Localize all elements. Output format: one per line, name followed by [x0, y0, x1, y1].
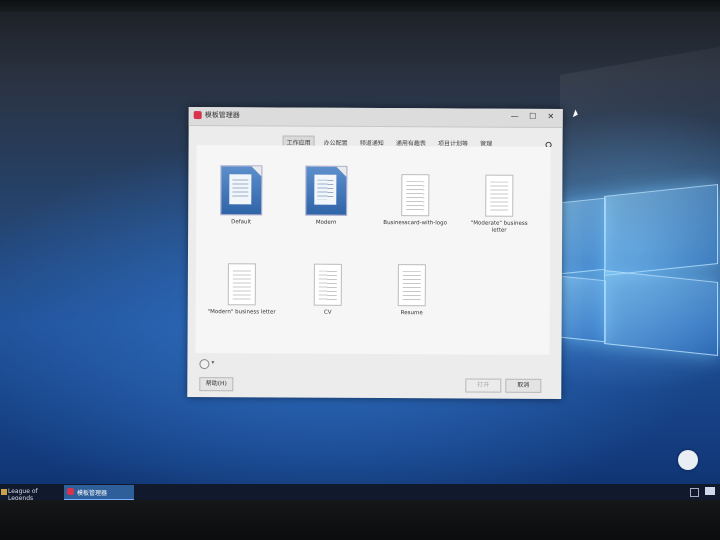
windows-logo-pane	[604, 184, 718, 276]
monitor-bezel-bottom	[0, 500, 720, 540]
close-button[interactable]: ✕	[543, 111, 559, 123]
template-label: Businesscard-with-logo	[383, 220, 448, 227]
league-of-legends-icon	[1, 489, 7, 495]
document-thumbnail	[485, 174, 514, 217]
document-thumbnail	[227, 263, 256, 306]
screen-glare	[560, 45, 720, 195]
monitor-screen: 模板管理器 — ☐ ✕ 工作应用 办公配置 频道通知 通用有趣表 项目计划等 管…	[0, 0, 720, 540]
document-thumbnail	[397, 264, 426, 307]
template-item[interactable]: CV	[293, 263, 363, 317]
options-bar: ▾	[195, 357, 549, 373]
template-item[interactable]: Modern	[291, 165, 361, 227]
template-label: Modern	[315, 219, 337, 226]
windows-logo-pane	[560, 197, 606, 275]
title-bar[interactable]: 模板管理器 — ☐ ✕	[188, 107, 563, 128]
taskbar-item-label: 模板管理器	[77, 490, 108, 497]
settings-gear-icon[interactable]	[199, 359, 210, 370]
category-tabs: 工作应用 办公配置 频道通知 通用有趣表 项目计划等 管理	[282, 130, 497, 149]
open-button[interactable]: 打开	[465, 378, 502, 393]
libreoffice-writer-icon	[305, 165, 348, 216]
template-item[interactable]: Businesscard-with-logo	[380, 174, 450, 227]
windows-logo-pane	[560, 275, 606, 343]
document-thumbnail	[313, 263, 342, 306]
search-button[interactable]: ⚲	[545, 135, 555, 153]
document-thumbnail	[401, 174, 430, 217]
libreoffice-writer-icon	[220, 165, 263, 216]
template-item[interactable]: Default	[206, 165, 276, 226]
dropdown-arrow-icon[interactable]: ▾	[211, 359, 214, 366]
windows-logo-pane	[604, 270, 718, 356]
notification-icon[interactable]	[705, 487, 715, 495]
tray-icon[interactable]	[690, 488, 699, 497]
maximize-button[interactable]: ☐	[525, 111, 541, 123]
app-icon	[193, 111, 202, 120]
taskbar: League of Legends 模板管理器	[0, 484, 720, 502]
help-button[interactable]: 帮助(H)	[199, 377, 234, 392]
taskbar-item-template-manager[interactable]: 模板管理器	[64, 485, 134, 501]
cancel-button[interactable]: 取消	[505, 378, 542, 393]
template-grid: Default Modern Businesscard-with-logo "M…	[195, 145, 551, 355]
window-title: 模板管理器	[204, 111, 240, 120]
template-item[interactable]: Resume	[377, 264, 447, 317]
floating-assistive-button[interactable]	[678, 450, 698, 470]
template-manager-dialog: 模板管理器 — ☐ ✕ 工作应用 办公配置 频道通知 通用有趣表 项目计划等 管…	[187, 107, 563, 399]
template-label: Resume	[400, 310, 423, 317]
template-item[interactable]: "Modern" business letter	[207, 263, 277, 316]
template-label: CV	[323, 309, 332, 316]
template-label: "Moderate" business letter	[470, 220, 528, 234]
minimize-button[interactable]: —	[507, 111, 523, 123]
app-icon	[67, 488, 74, 495]
template-item[interactable]: "Moderate" business letter	[464, 174, 534, 234]
template-label: Default	[231, 219, 252, 226]
taskbar-item-league-of-legends[interactable]: League of Legends	[0, 485, 62, 502]
template-label: "Modern" business letter	[207, 309, 276, 316]
monitor-bezel-top	[0, 0, 720, 12]
